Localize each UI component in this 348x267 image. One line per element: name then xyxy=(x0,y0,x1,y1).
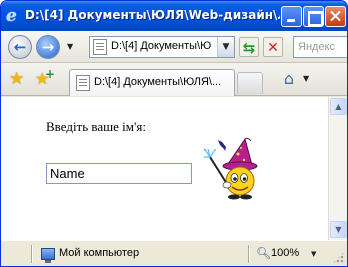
address-bar[interactable]: D:\[4] Документы\Ю ▼ xyxy=(89,36,235,58)
minimize-icon xyxy=(282,7,301,26)
status-divider xyxy=(31,245,32,263)
address-text[interactable]: D:\[4] Документы\Ю xyxy=(111,40,216,52)
search-box[interactable]: Яндекс xyxy=(293,36,347,58)
stop-button[interactable]: ✕ xyxy=(263,37,283,57)
vertical-scrollbar[interactable]: ▲ ▼ xyxy=(328,97,347,240)
minimize-button[interactable] xyxy=(281,6,302,27)
page-icon xyxy=(93,39,107,55)
computer-icon xyxy=(41,248,55,263)
tab-bar: ★ ★ D:\[4] Документы\ЮЛЯ\... ⌂ ▼ xyxy=(1,63,347,96)
name-prompt: Введіть ваше ім'я: xyxy=(46,119,146,134)
navigation-bar: ← → ▼ D:\[4] Документы\Ю ▼ ⇆ ✕ Яндекс xyxy=(1,31,347,63)
tab-label: D:\[4] Документы\ЮЛЯ\... xyxy=(94,76,222,88)
resize-grip[interactable] xyxy=(332,251,345,264)
back-button[interactable]: ← xyxy=(8,35,32,59)
refresh-icon: ⇆ xyxy=(242,39,256,57)
window-title: D:\[4] Документы\ЮЛЯ\Web-дизайн\Лабор… xyxy=(25,8,280,22)
zoom-dropdown[interactable]: ▼ xyxy=(311,251,316,258)
maximize-button[interactable] xyxy=(303,6,324,27)
forward-button[interactable]: → xyxy=(36,35,60,59)
scroll-down-button[interactable]: ▼ xyxy=(330,221,347,238)
new-tab-button[interactable] xyxy=(237,72,263,94)
zoom-icon[interactable]: 🔍︎ xyxy=(256,246,271,260)
address-dropdown-button[interactable]: ▼ xyxy=(217,37,234,57)
tab-current-page[interactable]: D:\[4] Документы\ЮЛЯ\... xyxy=(69,69,235,96)
page-icon xyxy=(76,75,90,91)
stop-icon: ✕ xyxy=(267,40,279,56)
close-button[interactable] xyxy=(325,6,346,27)
ie-logo-icon: e xyxy=(6,6,17,26)
security-zone-label: Мой компьютер xyxy=(59,247,140,259)
page-content: Введіть ваше ім'я: xyxy=(1,97,328,240)
home-dropdown[interactable]: ▼ xyxy=(303,75,311,83)
wizard-smiley-icon xyxy=(203,137,258,200)
scroll-up-button[interactable]: ▲ xyxy=(330,98,347,115)
title-bar[interactable]: e D:\[4] Документы\ЮЛЯ\Web-дизайн\Лабор… xyxy=(1,1,347,31)
add-favorites-icon[interactable]: ★ xyxy=(35,67,55,88)
browser-window: e D:\[4] Документы\ЮЛЯ\Web-дизайн\Лабор…… xyxy=(0,0,348,267)
forward-arrow-icon: → xyxy=(41,38,55,56)
maximize-icon xyxy=(304,7,323,26)
name-input[interactable] xyxy=(46,163,192,184)
status-divider xyxy=(248,245,249,263)
recent-pages-dropdown[interactable]: ▼ xyxy=(67,43,75,51)
zoom-level[interactable]: 100% xyxy=(271,247,299,259)
home-icon[interactable]: ⌂ xyxy=(279,69,299,89)
refresh-button[interactable]: ⇆ xyxy=(239,37,259,57)
search-placeholder: Яндекс xyxy=(298,41,335,53)
status-bar: Мой компьютер 🔍︎ 100% ▼ xyxy=(1,240,347,266)
favorites-star-icon[interactable]: ★ xyxy=(9,70,27,88)
close-icon xyxy=(326,7,345,26)
back-arrow-icon: ← xyxy=(13,38,27,56)
